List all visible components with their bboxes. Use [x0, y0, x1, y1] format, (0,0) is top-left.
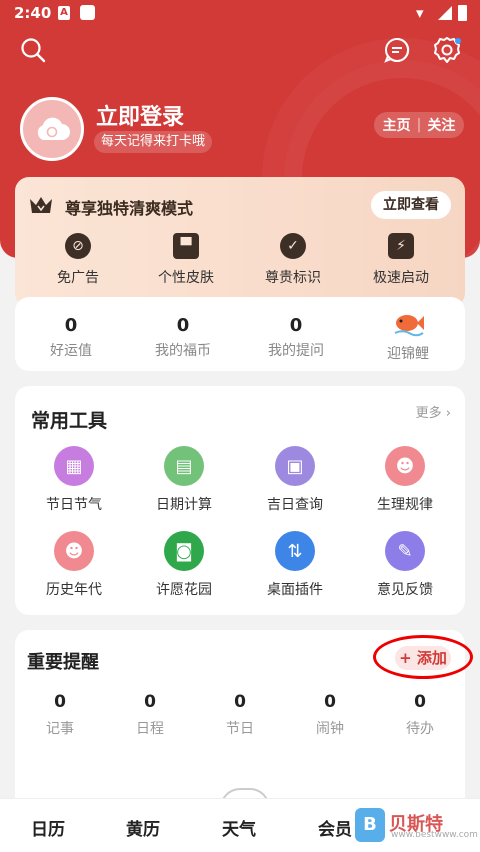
vip-title: 尊享独特清爽模式 — [65, 199, 194, 218]
status-time: 2:40 — [14, 4, 52, 22]
wifi-icon: ▾ — [416, 4, 424, 22]
status-bar: 2:40 A ▾ — [0, 0, 480, 28]
tab-calendar[interactable]: 日历 — [31, 815, 65, 840]
reminder-label: 节日 — [226, 721, 254, 737]
reminder-holiday[interactable]: 0 节日 — [210, 692, 270, 738]
tool-label: 生理规律 — [377, 497, 433, 513]
lightning-icon: ⚡ — [388, 233, 414, 259]
tool-history[interactable]: ☻ 历史年代 — [24, 531, 124, 599]
tool-label: 吉日查询 — [267, 497, 323, 513]
reminder-count: 0 — [414, 692, 426, 712]
vip-feature-label: 免广告 — [57, 270, 99, 286]
tool-label: 许愿花园 — [156, 582, 212, 598]
tshirt-icon: ▀ — [173, 233, 199, 259]
home-button[interactable]: 主页 — [383, 115, 411, 135]
reminder-count: 0 — [234, 692, 246, 712]
tool-festivals[interactable]: ▦ 节日节气 — [24, 446, 124, 514]
reminder-notes[interactable]: 0 记事 — [30, 692, 90, 738]
tool-label: 日期计算 — [156, 497, 212, 513]
stat-luck[interactable]: 0 好运值 — [31, 315, 111, 360]
reminder-label: 待办 — [406, 721, 434, 737]
widget-icon: ⇅ — [275, 531, 315, 571]
calendar-icon: ▦ — [54, 446, 94, 486]
tool-feedback[interactable]: ✎ 意见反馈 — [355, 531, 455, 599]
add-reminder-button[interactable]: + 添加 — [395, 646, 451, 670]
stat-label: 好运值 — [50, 343, 92, 359]
stat-koi[interactable]: 迎锦鲤 — [368, 307, 448, 363]
cloud-icon — [37, 117, 70, 140]
avatar[interactable] — [20, 97, 84, 161]
login-subtitle: 每天记得来打卡哦 — [94, 131, 213, 153]
reminder-label: 日程 — [136, 721, 164, 737]
history-icon: ☻ — [54, 531, 94, 571]
tool-widgets[interactable]: ⇅ 桌面插件 — [245, 531, 345, 599]
vip-feature-label: 个性皮肤 — [158, 270, 214, 286]
stat-number: 0 — [176, 315, 190, 336]
reminder-label: 闹钟 — [316, 721, 344, 737]
tool-label: 桌面插件 — [267, 582, 323, 598]
reminder-count: 0 — [54, 692, 66, 712]
tab-vip[interactable]: 会员 — [318, 815, 352, 840]
vip-feature-label: 极速启动 — [373, 270, 429, 286]
stat-label: 我的福币 — [155, 343, 211, 359]
stats-card: 0 好运值 0 我的福币 0 我的提问 迎锦鲤 — [15, 297, 465, 371]
tab-almanac[interactable]: 黄历 — [126, 815, 160, 840]
vip-feature-fast-start[interactable]: ⚡ 极速启动 — [361, 233, 441, 287]
lucky-day-icon: ▣ — [275, 446, 315, 486]
tools-title: 常用工具 — [31, 410, 108, 432]
watermark-logo: B 贝斯特 www.bestwww.com — [355, 808, 478, 842]
stat-label: 我的提问 — [268, 343, 324, 359]
reminder-count: 0 — [144, 692, 156, 712]
stat-label: 迎锦鲤 — [387, 346, 429, 362]
stat-number: 0 — [64, 315, 78, 336]
tools-more-link[interactable]: 更多 › — [416, 402, 451, 421]
vip-feature-no-ads[interactable]: ⊘ 免广告 — [38, 233, 118, 287]
notification-icon: A — [58, 6, 70, 20]
vip-feature-skin[interactable]: ▀ 个性皮肤 — [146, 233, 226, 287]
woman-profile-icon: ☻ — [385, 446, 425, 486]
message-icon[interactable] — [384, 37, 410, 63]
reminder-schedule[interactable]: 0 日程 — [120, 692, 180, 738]
battery-icon — [458, 5, 467, 21]
reminders-title: 重要提醒 — [27, 652, 99, 673]
app-notification-icon — [80, 5, 95, 20]
no-ads-icon: ⊘ — [65, 233, 91, 259]
vip-card: 尊享独特清爽模式 立即查看 ⊘ 免广告 ▀ 个性皮肤 ✓ 尊贵标识 ⚡ 极速启动 — [15, 177, 465, 307]
home-follow-group: 主页 | 关注 — [374, 112, 464, 138]
vip-feature-badge[interactable]: ✓ 尊贵标识 — [253, 233, 333, 287]
vip-badge-icon: ✓ — [280, 233, 306, 259]
watermark-b-icon: B — [355, 808, 385, 842]
tab-weather[interactable]: 天气 — [222, 815, 256, 840]
tools-card: 常用工具 更多 › ▦ 节日节气 ▤ 日期计算 ▣ 吉日查询 ☻ 生理规律 ☻ … — [15, 386, 465, 615]
koi-fish-icon — [394, 315, 424, 337]
tool-lucky-day[interactable]: ▣ 吉日查询 — [245, 446, 345, 514]
vip-feature-label: 尊贵标识 — [265, 270, 321, 286]
tool-cycle[interactable]: ☻ 生理规律 — [355, 446, 455, 514]
tool-wish-garden[interactable]: ◙ 许愿花园 — [134, 531, 234, 599]
brush-icon: ✎ — [385, 531, 425, 571]
signal-icon — [438, 6, 452, 20]
follow-button[interactable]: 关注 — [427, 115, 455, 135]
tool-label: 意见反馈 — [377, 582, 433, 598]
stat-coins[interactable]: 0 我的福币 — [143, 315, 223, 360]
login-title[interactable]: 立即登录 — [96, 99, 184, 131]
calculator-icon: ▤ — [164, 446, 204, 486]
divider: | — [416, 117, 422, 133]
tool-date-calc[interactable]: ▤ 日期计算 — [134, 446, 234, 514]
crown-icon — [30, 197, 52, 213]
watermark-url: www.bestwww.com — [391, 830, 478, 840]
reminder-todo[interactable]: 0 待办 — [390, 692, 450, 738]
wish-jar-icon: ◙ — [164, 531, 204, 571]
search-icon[interactable] — [20, 37, 46, 63]
stat-number: 0 — [289, 315, 303, 336]
reminder-alarm[interactable]: 0 闹钟 — [300, 692, 360, 738]
stat-questions[interactable]: 0 我的提问 — [256, 315, 336, 360]
vip-view-button[interactable]: 立即查看 — [371, 191, 451, 219]
reminder-count: 0 — [324, 692, 336, 712]
tool-label: 历史年代 — [46, 582, 102, 598]
notification-dot — [455, 38, 461, 44]
reminder-label: 记事 — [46, 721, 74, 737]
tool-label: 节日节气 — [46, 497, 102, 513]
